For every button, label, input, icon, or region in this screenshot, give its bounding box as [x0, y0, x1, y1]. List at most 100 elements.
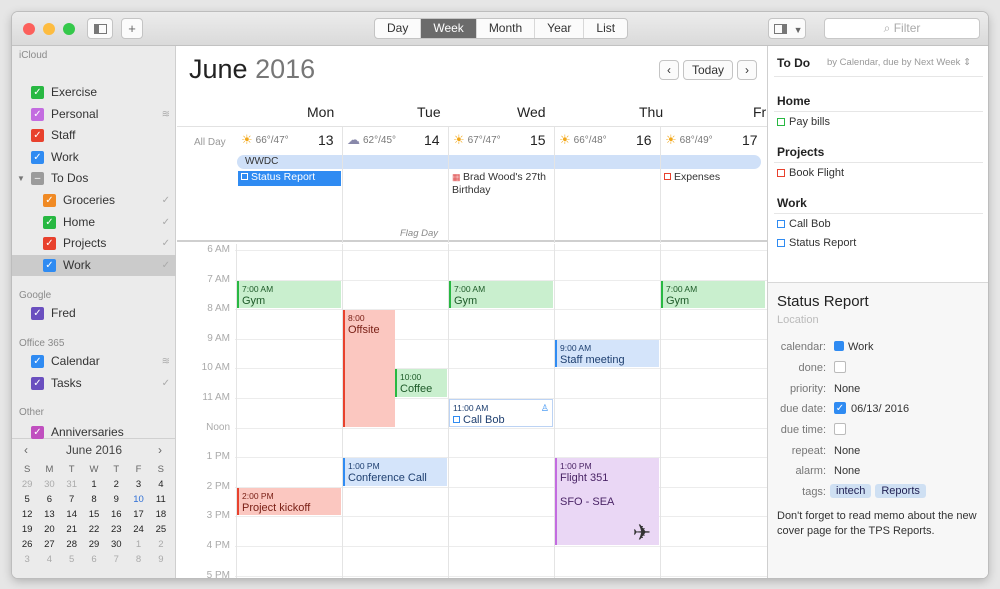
todo-item[interactable]: Pay bills	[777, 116, 830, 128]
todo-item[interactable]: Book Flight	[777, 167, 844, 179]
done-checkbox[interactable]	[834, 361, 846, 373]
calendar-event[interactable]: 7:00 AM Gym	[237, 280, 341, 309]
mini-calendar-day[interactable]: 4	[38, 553, 60, 566]
mini-calendar-day[interactable]: 15	[83, 508, 105, 521]
calendar-checkbox[interactable]: –	[31, 172, 44, 186]
view-tab-list[interactable]: List	[584, 19, 627, 38]
calendar-event[interactable]: 1:00 PM Conference Call	[343, 458, 447, 486]
mini-calendar-day[interactable]: 27	[38, 538, 60, 551]
mini-calendar-day[interactable]: 30	[38, 478, 60, 491]
mini-calendar-day[interactable]: 10	[127, 493, 149, 506]
mini-calendar-day[interactable]: 21	[61, 523, 83, 536]
sidebar-calendar-item[interactable]: ✓ Work	[12, 147, 176, 168]
mini-calendar-day[interactable]: 7	[61, 493, 83, 506]
mini-calendar-day[interactable]: 9	[105, 493, 127, 506]
mini-calendar-day[interactable]: 20	[38, 523, 60, 536]
mini-calendar-day[interactable]: 11	[150, 493, 172, 506]
day-header-mon[interactable]: Mon	[307, 104, 334, 120]
sidebar-toggle-button[interactable]	[87, 18, 113, 39]
calendar-checkbox[interactable]: ✓	[43, 237, 56, 251]
sidebar-calendar-item[interactable]: ✓ Tasks ✓	[12, 373, 176, 394]
calendar-checkbox[interactable]: ✓	[31, 355, 44, 368]
day-header-tue[interactable]: Tue	[417, 104, 441, 120]
mini-calendar-day[interactable]: 1	[127, 538, 149, 551]
mini-calendar-day[interactable]: 3	[16, 553, 38, 566]
due-time-checkbox[interactable]	[834, 423, 846, 435]
mini-next-month-icon[interactable]: ›	[158, 443, 162, 457]
calendar-checkbox[interactable]: ✓	[31, 86, 44, 99]
mini-calendar-day[interactable]: 22	[83, 523, 105, 536]
due-date-value[interactable]: 06/13/ 2016	[851, 403, 909, 415]
priority-value[interactable]: None	[834, 383, 860, 395]
todo-sort-selector[interactable]: by Calendar, due by Next Week ⇕	[827, 57, 971, 68]
calendar-value[interactable]: Work	[834, 341, 873, 353]
calendar-checkbox[interactable]: ✓	[31, 150, 44, 164]
mini-calendar-day[interactable]: 31	[61, 478, 83, 491]
calendar-event[interactable]: 10:00 Coffee	[395, 369, 447, 397]
filter-search-field[interactable]: ⌕ Filter	[824, 18, 980, 39]
mini-calendar-day[interactable]: 23	[105, 523, 127, 536]
repeat-value[interactable]: None	[834, 445, 860, 457]
mini-calendar-day[interactable]: 5	[16, 493, 38, 506]
mini-calendar-day[interactable]: 14	[61, 508, 83, 521]
mini-calendar-day[interactable]: 28	[61, 538, 83, 551]
tag-token[interactable]: intech	[830, 484, 872, 498]
inspector-toggle-button[interactable]: ▼	[768, 18, 806, 39]
sidebar-calendar-item[interactable]: ✓ Projects ✓	[12, 233, 176, 254]
detail-title[interactable]: Status Report	[777, 293, 869, 310]
sidebar-calendar-item[interactable]: ✓ Calendar ≋	[12, 351, 176, 372]
mini-calendar-day[interactable]: 8	[127, 553, 149, 566]
sidebar-calendar-item[interactable]: ▼ – To Dos	[12, 168, 176, 189]
calendar-checkbox[interactable]: ✓	[31, 107, 44, 121]
day-header-fri[interactable]: Fri	[753, 104, 767, 120]
mini-calendar-day[interactable]: 5	[61, 553, 83, 566]
mini-calendar-day[interactable]: 29	[16, 478, 38, 491]
sidebar-calendar-item[interactable]: ✓ Fred	[12, 303, 176, 324]
disclosure-triangle-icon[interactable]: ▼	[17, 168, 25, 189]
calendar-event[interactable]: 11:00 AM Call Bob ♙	[449, 399, 553, 427]
calendar-event[interactable]: 7:00 AM Gym	[661, 280, 765, 309]
event-wwdc[interactable]: WWDC	[237, 155, 761, 169]
view-tab-month[interactable]: Month	[477, 19, 536, 38]
view-tab-day[interactable]: Day	[375, 19, 422, 38]
event-expenses[interactable]: Expenses	[664, 171, 764, 184]
todo-checkbox[interactable]	[777, 220, 785, 228]
view-tab-week[interactable]: Week	[421, 19, 477, 38]
calendar-checkbox[interactable]: ✓	[43, 215, 56, 229]
mini-calendar-day[interactable]: 9	[150, 553, 172, 566]
todo-item[interactable]: Call Bob	[777, 218, 831, 230]
mini-calendar-day[interactable]: 18	[150, 508, 172, 521]
event-birthday[interactable]: ▦ Brad Wood's 27th Birthday	[452, 171, 552, 197]
mini-calendar-day[interactable]: 24	[127, 523, 149, 536]
mini-calendar-day[interactable]: 25	[150, 523, 172, 536]
view-tab-year[interactable]: Year	[535, 19, 585, 38]
sidebar-calendar-item[interactable]: ✓ Exercise	[12, 82, 176, 103]
calendar-checkbox[interactable]: ✓	[31, 129, 44, 143]
mini-calendar-day[interactable]: 8	[83, 493, 105, 506]
add-button[interactable]: +	[121, 18, 143, 39]
todo-checkbox[interactable]	[777, 118, 785, 126]
calendar-event[interactable]: 8:00 Offsite	[343, 310, 395, 427]
sidebar-calendar-item[interactable]: ✓ Anniversaries	[12, 422, 176, 443]
calendar-event[interactable]: 7:00 AM Gym	[449, 280, 553, 309]
minimize-window-button[interactable]	[43, 23, 55, 35]
today-button[interactable]: Today	[683, 60, 733, 80]
close-window-button[interactable]	[23, 23, 35, 35]
notes-field[interactable]: Don't forget to read memo about the new …	[777, 509, 982, 539]
mini-calendar-day[interactable]: 17	[127, 508, 149, 521]
sidebar-calendar-item[interactable]: ✓ Personal ≋	[12, 104, 176, 125]
sidebar-calendar-item[interactable]: ✓ Home ✓	[12, 212, 176, 233]
mini-calendar-day[interactable]: 2	[105, 478, 127, 491]
tag-token[interactable]: Reports	[875, 484, 926, 498]
calendar-checkbox[interactable]: ✓	[31, 307, 44, 320]
mini-calendar-day[interactable]: 26	[16, 538, 38, 551]
mini-calendar-day[interactable]: 13	[38, 508, 60, 521]
calendar-event[interactable]: 2:00 PM Project kickoff	[237, 487, 341, 516]
location-field[interactable]: Location	[777, 314, 819, 326]
day-header-thu[interactable]: Thu	[639, 104, 663, 120]
calendar-event[interactable]: 9:00 AM Staff meeting	[555, 339, 659, 368]
prev-week-button[interactable]: ‹	[659, 60, 679, 80]
zoom-window-button[interactable]	[63, 23, 75, 35]
calendar-event[interactable]: 1:00 PM Flight 351 SFO - SEA ✈	[555, 458, 659, 545]
event-status-report[interactable]: Status Report	[238, 171, 341, 186]
